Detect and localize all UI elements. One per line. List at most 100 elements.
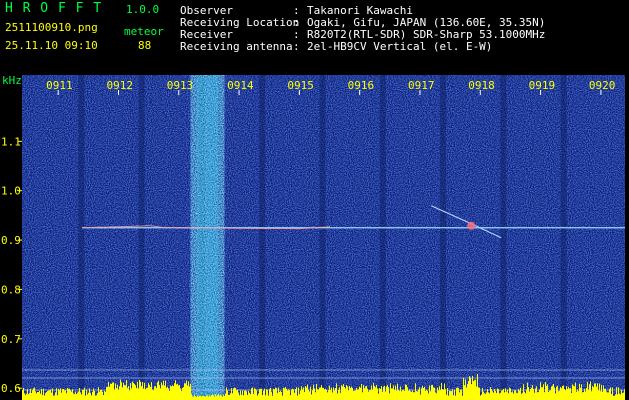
activity-bar [297, 395, 298, 400]
activity-bar [124, 385, 125, 400]
activity-bar [410, 391, 411, 400]
activity-bar [190, 383, 191, 400]
x-tick-label: 0911 [46, 79, 73, 92]
activity-bar [475, 379, 476, 400]
activity-bar [145, 389, 146, 400]
activity-bar [123, 382, 124, 400]
activity-bar [76, 394, 77, 400]
activity-bar [294, 392, 295, 400]
activity-bar [497, 388, 498, 400]
activity-bar [462, 395, 463, 400]
activity-bar [173, 386, 174, 400]
activity-bar [126, 380, 127, 400]
activity-bar [491, 389, 492, 400]
activity-bar [73, 393, 74, 400]
activity-bar [149, 385, 150, 400]
minute-stripe [560, 75, 567, 400]
activity-bar [207, 395, 208, 400]
activity-bar [374, 385, 375, 400]
x-tick-label: 0919 [529, 79, 556, 92]
activity-bar [483, 391, 484, 400]
activity-bar [182, 387, 183, 400]
activity-bar [464, 385, 465, 400]
activity-bar [316, 384, 317, 400]
activity-bar [106, 387, 107, 400]
activity-bar [274, 389, 275, 400]
activity-bar [502, 390, 503, 400]
activity-bar [417, 391, 418, 400]
activity-bar [503, 388, 504, 400]
activity-bar [265, 395, 266, 400]
activity-bar [103, 395, 104, 400]
activity-bar [430, 391, 431, 400]
activity-bar [418, 389, 419, 400]
activity-bar [104, 390, 105, 400]
activity-bar [193, 396, 194, 400]
activity-bar [395, 385, 396, 400]
activity-bar [52, 388, 53, 400]
activity-bar [589, 384, 590, 400]
activity-bar [408, 390, 409, 400]
activity-bar [270, 387, 271, 400]
activity-bar [616, 387, 617, 400]
activity-bar [379, 388, 380, 400]
activity-bar [598, 390, 599, 400]
activity-bar [330, 390, 331, 400]
activity-bar [84, 387, 85, 400]
activity-bar [200, 395, 201, 400]
activity-bar [479, 387, 480, 400]
activity-bar [115, 383, 116, 400]
activity-bar [300, 390, 301, 400]
activity-bar [107, 386, 108, 400]
activity-bar [533, 388, 534, 400]
activity-bar [447, 387, 448, 400]
activity-bar [582, 392, 583, 400]
activity-bar [244, 390, 245, 400]
activity-bar [93, 388, 94, 400]
activity-bar [241, 394, 242, 400]
activity-bar [579, 383, 580, 400]
activity-bar [360, 387, 361, 400]
activity-bar [490, 387, 491, 400]
activity-bar [325, 388, 326, 400]
activity-bar [460, 389, 461, 400]
activity-bar [302, 389, 303, 400]
activity-bar [189, 386, 190, 400]
activity-bar [139, 379, 140, 400]
activity-bar [474, 380, 475, 400]
activity-bar [472, 375, 473, 400]
activity-bar [68, 389, 69, 400]
activity-bar [229, 394, 230, 400]
activity-bar [130, 383, 131, 400]
activity-bar [50, 389, 51, 400]
activity-bar [543, 384, 544, 400]
activity-bar [443, 389, 444, 400]
activity-bar [504, 392, 505, 400]
activity-bar [82, 389, 83, 400]
activity-bar [94, 390, 95, 400]
activity-bar [539, 389, 540, 400]
activity-bar [121, 382, 122, 400]
activity-bar [519, 390, 520, 400]
activity-bar [382, 391, 383, 400]
activity-bar [385, 391, 386, 400]
activity-bar [437, 387, 438, 400]
activity-bar [153, 390, 154, 400]
activity-bar [281, 392, 282, 400]
activity-bar [596, 386, 597, 400]
activity-bar [319, 387, 320, 400]
activity-bar [83, 389, 84, 400]
activity-bar [206, 395, 207, 400]
activity-bar [257, 395, 258, 400]
activity-bar [396, 390, 397, 400]
activity-bar [221, 396, 222, 400]
activity-bar [25, 395, 26, 400]
activity-bar [359, 386, 360, 400]
y-tick-label: 1.0 [1, 185, 21, 198]
activity-bar [364, 388, 365, 400]
y-axis: kHz 1.1 1.0 0.9 0.8 0.7 0.6 [0, 74, 22, 400]
x-tick-label: 0918 [468, 79, 495, 92]
activity-bar [406, 384, 407, 400]
activity-bar [528, 386, 529, 400]
activity-bar [333, 387, 334, 400]
